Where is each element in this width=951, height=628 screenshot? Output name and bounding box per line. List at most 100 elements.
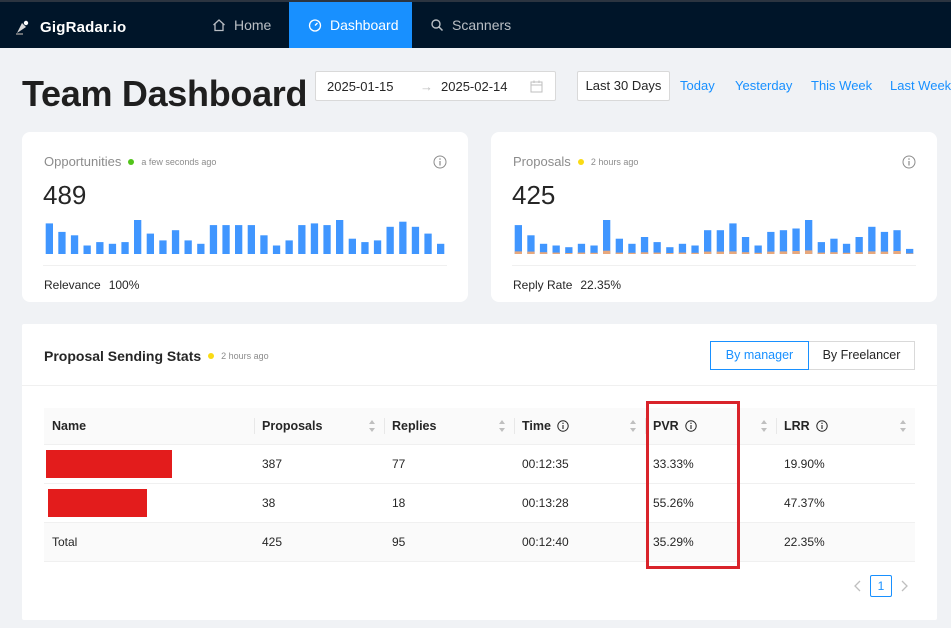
column-time-label: Time xyxy=(522,418,551,433)
spark-bar xyxy=(411,226,420,254)
table-row[interactable]: 387 77 00:12:35 33.33% 19.90% xyxy=(44,444,915,484)
sort-icon[interactable] xyxy=(760,419,768,433)
spark-bar xyxy=(184,240,192,254)
spark-bar xyxy=(424,233,432,254)
reply-rate-label: Reply Rate xyxy=(513,278,573,292)
cell-name: Total xyxy=(44,522,254,562)
next-page-icon[interactable] xyxy=(898,579,910,593)
spark-bar xyxy=(336,220,344,254)
panel-header: Proposal Sending Stats 2 hours ago By ma… xyxy=(22,324,937,386)
by-freelancer-toggle[interactable]: By Freelancer xyxy=(808,341,915,370)
relevance-label: Relevance xyxy=(44,278,101,292)
opportunities-title: Opportunities a few seconds ago xyxy=(44,154,216,169)
date-range-end[interactable]: 2025-02-14 xyxy=(441,79,508,94)
cell-proposals: 425 xyxy=(254,522,384,562)
spark-bar xyxy=(437,243,445,254)
info-icon[interactable] xyxy=(557,420,570,432)
cell-replies: 77 xyxy=(384,444,514,484)
last-30-days-button[interactable]: Last 30 Days xyxy=(577,71,670,101)
spark-reply-bar xyxy=(527,251,535,254)
sort-icon[interactable] xyxy=(498,419,506,433)
status-dot xyxy=(577,158,584,165)
column-proposals-label: Proposals xyxy=(262,418,323,433)
nav-dashboard[interactable]: Dashboard xyxy=(289,2,412,48)
nav-home-label: Home xyxy=(234,17,272,33)
spark-reply-bar xyxy=(880,251,889,254)
spark-bar xyxy=(121,242,129,254)
sort-icon[interactable] xyxy=(629,419,637,433)
card-divider xyxy=(43,265,447,266)
spark-bar xyxy=(767,231,775,254)
sort-icon[interactable] xyxy=(368,419,376,433)
top-navbar: GigRadar.io Home Dashboard Scanners xyxy=(0,0,951,48)
spark-bar xyxy=(842,243,851,254)
spark-reply-bar xyxy=(792,251,800,254)
column-proposals[interactable]: Proposals xyxy=(254,408,384,445)
reply-rate-footer: Reply Rate 22.35% xyxy=(513,278,621,292)
page-title: Team Dashboard xyxy=(22,73,308,114)
spark-bar xyxy=(565,247,573,254)
app-logo[interactable]: GigRadar.io xyxy=(14,16,126,38)
spark-bar xyxy=(880,231,889,254)
spark-bar xyxy=(527,235,535,254)
cell-name xyxy=(44,444,254,484)
spark-bar xyxy=(640,237,649,254)
card-divider xyxy=(512,265,916,266)
search-icon xyxy=(431,19,444,32)
panel-title: Proposal Sending Stats 2 hours ago xyxy=(44,348,269,364)
spark-bar xyxy=(868,226,876,254)
spark-bar xyxy=(628,243,636,254)
radar-logo-icon xyxy=(16,20,29,35)
spark-bar xyxy=(361,242,369,254)
spark-bar xyxy=(235,225,243,254)
column-divider xyxy=(254,418,255,434)
info-icon[interactable] xyxy=(816,420,828,432)
calendar-icon[interactable] xyxy=(530,80,543,93)
spark-bar xyxy=(96,242,104,254)
nav-scanners[interactable]: Scanners xyxy=(430,2,520,48)
prev-page-icon[interactable] xyxy=(852,579,864,593)
spark-bar xyxy=(209,225,218,254)
spark-bar xyxy=(906,248,914,254)
spark-bar xyxy=(159,240,167,254)
spark-reply-bar xyxy=(805,250,813,254)
spark-bar xyxy=(58,231,66,254)
yesterday-link[interactable]: Yesterday xyxy=(735,78,792,93)
cell-time: 00:12:35 xyxy=(514,444,645,484)
nav-home[interactable]: Home xyxy=(212,2,284,48)
column-name: Name xyxy=(44,408,254,445)
info-icon[interactable] xyxy=(902,155,916,169)
cell-proposals: 38 xyxy=(254,483,384,523)
spark-bar xyxy=(893,230,901,254)
column-lrr[interactable]: LRR xyxy=(776,408,915,445)
spark-reply-bar xyxy=(577,252,586,254)
cell-lrr: 19.90% xyxy=(776,444,915,484)
relevance-value: 100% xyxy=(108,278,140,292)
spark-reply-bar xyxy=(691,252,699,254)
spark-reply-bar xyxy=(817,252,825,254)
sort-icon[interactable] xyxy=(899,419,907,433)
column-divider xyxy=(514,418,515,434)
page-1-button[interactable]: 1 xyxy=(870,575,892,597)
column-time[interactable]: Time xyxy=(514,408,645,445)
today-link[interactable]: Today xyxy=(680,78,715,93)
table-row[interactable]: 38 18 00:13:28 55.26% 47.37% xyxy=(44,483,915,523)
cell-lrr: 47.37% xyxy=(776,483,915,523)
date-range-picker[interactable]: 2025-01-15 → 2025-02-14 xyxy=(315,71,556,101)
spark-reply-bar xyxy=(754,252,762,254)
this-week-link[interactable]: This Week xyxy=(811,78,872,93)
column-lrr-label: LRR xyxy=(784,418,810,433)
spark-bar xyxy=(310,223,319,254)
column-replies[interactable]: Replies xyxy=(384,408,514,445)
spark-bar xyxy=(514,225,522,254)
spark-bar xyxy=(222,225,230,254)
info-icon[interactable] xyxy=(433,155,447,169)
updated-time: 2 hours ago xyxy=(221,351,269,361)
spark-reply-bar xyxy=(842,252,851,254)
spark-reply-bar xyxy=(678,252,687,254)
spark-bar xyxy=(830,238,838,254)
by-manager-toggle[interactable]: By manager xyxy=(710,341,809,370)
last-week-link[interactable]: Last Week xyxy=(890,78,951,93)
nav-scanners-label: Scanners xyxy=(452,17,512,33)
date-range-start[interactable]: 2025-01-15 xyxy=(327,79,394,94)
